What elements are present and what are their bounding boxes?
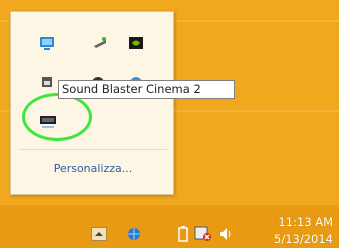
volume-icon[interactable]: [218, 225, 234, 243]
customize-link[interactable]: Personalizza...: [11, 162, 175, 175]
highlight-ring: [22, 93, 92, 141]
network-icon[interactable]: [125, 225, 143, 243]
action-center-icon[interactable]: [194, 225, 212, 243]
usb-device-icon[interactable]: [38, 72, 56, 90]
tooltip: Sound Blaster Cinema 2: [58, 80, 235, 99]
nvidia-icon[interactable]: [127, 34, 145, 52]
clock-date[interactable]: 5/13/2014: [274, 232, 333, 246]
battery-icon[interactable]: [178, 225, 188, 243]
clock-time[interactable]: 11:13 AM: [278, 215, 333, 229]
show-hidden-icons-button[interactable]: [91, 225, 107, 243]
taskbar: 11:13 AM 5/13/2014: [0, 205, 339, 248]
display-settings-icon[interactable]: [38, 34, 56, 52]
network-tool-icon[interactable]: [91, 34, 109, 52]
flyout-separator: [19, 149, 167, 150]
